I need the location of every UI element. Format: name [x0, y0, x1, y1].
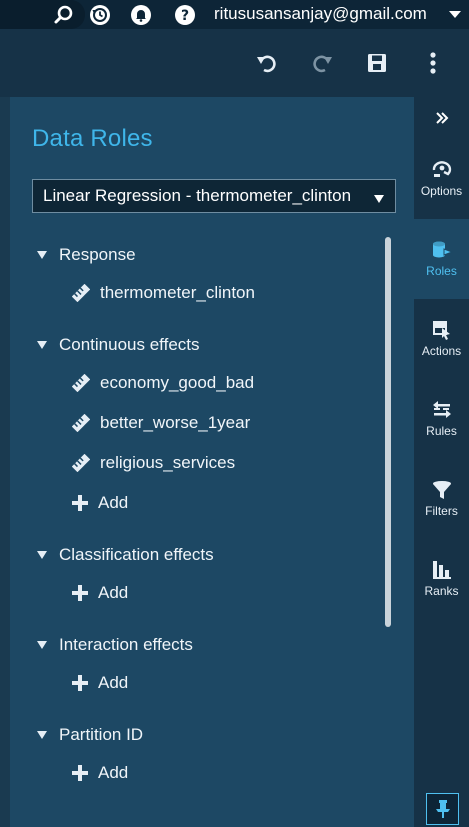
chevron-down-icon[interactable]: [447, 5, 463, 23]
rail-item-rules[interactable]: Rules: [414, 379, 469, 459]
rail-item-filters[interactable]: Filters: [414, 459, 469, 539]
rail-item-actions[interactable]: Actions: [414, 299, 469, 379]
measure-icon: [72, 454, 90, 472]
rail-item-options[interactable]: Options: [414, 139, 469, 219]
rail-item-label: Roles: [426, 264, 457, 278]
notifications-icon[interactable]: [129, 3, 153, 27]
collapse-triangle-icon: [37, 251, 47, 259]
panel-title: Data Roles: [32, 125, 153, 152]
side-rail: Options Roles Actions Rules Filters Rank…: [414, 97, 469, 827]
filter-icon: [432, 481, 451, 499]
section-label: Response: [59, 245, 136, 264]
rail-item-ranks[interactable]: Ranks: [414, 539, 469, 619]
save-icon[interactable]: [363, 49, 391, 77]
roles-icon: [432, 241, 453, 258]
expand-panel-icon[interactable]: [435, 111, 449, 125]
measure-icon: [72, 414, 90, 432]
history-icon[interactable]: [88, 3, 112, 27]
collapse-triangle-icon: [37, 551, 47, 559]
role-item-label: thermometer_clinton: [100, 283, 255, 302]
toolbar: [0, 29, 469, 97]
section-classification-effects-header[interactable]: Classification effects: [36, 545, 214, 565]
collapse-triangle-icon: [37, 341, 47, 349]
role-item-label: better_worse_1year: [100, 413, 251, 432]
svg-text:?: ?: [181, 8, 189, 24]
add-partition-id-button[interactable]: Add: [72, 763, 128, 783]
measure-icon: [72, 284, 90, 302]
ranks-icon: [432, 561, 451, 579]
add-classification-effect-button[interactable]: Add: [72, 583, 128, 603]
role-item-label: economy_good_bad: [100, 373, 255, 392]
panel-scrollbar[interactable]: [385, 237, 391, 627]
section-label: Partition ID: [59, 725, 144, 744]
dropdown-caret-icon: [373, 191, 385, 203]
role-item[interactable]: economy_good_bad: [72, 373, 254, 393]
add-continuous-effect-button[interactable]: Add: [72, 493, 128, 513]
model-select[interactable]: Linear Regression - thermometer_clinton: [32, 179, 396, 213]
rules-icon: [432, 401, 451, 418]
rail-item-label: Options: [420, 184, 463, 198]
user-account-name[interactable]: ritususansanjay@gmail.com: [214, 4, 427, 24]
redo-icon[interactable]: [308, 49, 336, 77]
plus-icon: [72, 495, 88, 511]
rail-item-label: Actions: [421, 344, 462, 358]
role-item[interactable]: thermometer_clinton: [72, 283, 255, 303]
rail-item-label: Filters: [425, 504, 458, 518]
section-label: Classification effects: [59, 545, 214, 564]
add-label: Add: [98, 493, 129, 512]
plus-icon: [72, 585, 88, 601]
rail-item-roles[interactable]: Roles: [414, 219, 469, 299]
help-icon[interactable]: ?: [173, 3, 197, 27]
top-header-bar: ? ritususansanjay@gmail.com: [0, 0, 469, 29]
more-vertical-icon[interactable]: [419, 49, 447, 77]
add-label: Add: [98, 673, 129, 692]
add-label: Add: [98, 763, 129, 782]
collapse-triangle-icon: [37, 641, 47, 649]
add-label: Add: [98, 583, 129, 602]
role-item-label: religious_services: [100, 453, 236, 472]
measure-icon: [72, 374, 90, 392]
rail-item-label: Rules: [426, 424, 457, 438]
undo-icon[interactable]: [253, 49, 281, 77]
section-label: Interaction effects: [59, 635, 193, 654]
plus-icon: [72, 765, 88, 781]
actions-icon: [432, 321, 450, 340]
plus-icon: [72, 675, 88, 691]
role-item[interactable]: religious_services: [72, 453, 235, 473]
section-continuous-effects-header[interactable]: Continuous effects: [36, 335, 200, 355]
rail-item-label: Ranks: [424, 584, 459, 598]
options-icon: [432, 161, 451, 177]
section-response-header[interactable]: Response: [36, 245, 136, 265]
data-roles-panel: Data Roles Linear Regression - thermomet…: [10, 97, 414, 827]
section-partition-id-header[interactable]: Partition ID: [36, 725, 143, 745]
section-interaction-effects-header[interactable]: Interaction effects: [36, 635, 193, 655]
role-item[interactable]: better_worse_1year: [72, 413, 250, 433]
add-interaction-effect-button[interactable]: Add: [72, 673, 128, 693]
collapse-triangle-icon: [37, 731, 47, 739]
section-label: Continuous effects: [59, 335, 200, 354]
pin-icon: [435, 800, 450, 818]
pin-panel-button[interactable]: [426, 793, 459, 825]
model-select-value: Linear Regression - thermometer_clinton: [43, 186, 352, 205]
search-icon[interactable]: [52, 3, 76, 27]
